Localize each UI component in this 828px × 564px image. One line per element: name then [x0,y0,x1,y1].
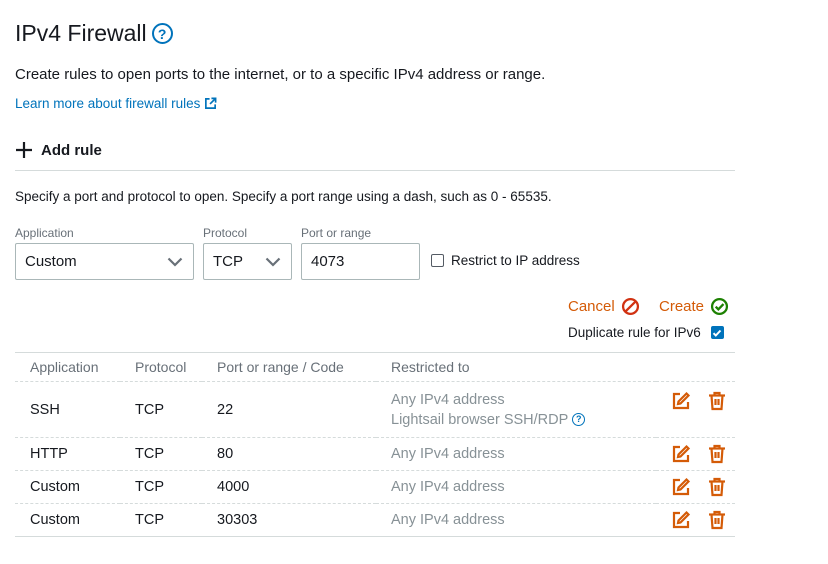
duplicate-ipv6-option[interactable]: Duplicate rule for IPv6 [568,325,724,340]
page-title: IPv4 Firewall ? [15,20,173,47]
page-title-text: IPv4 Firewall [15,20,147,46]
protocol-label: Protocol [203,226,248,240]
cell-application: Custom [15,503,120,537]
restricted-text: Any IPv4 address [391,391,505,408]
create-label: Create [659,298,705,315]
cell-protocol: TCP [120,437,202,471]
edit-icon[interactable] [671,391,691,411]
help-icon[interactable]: ? [151,23,173,44]
checkmark-icon [713,329,722,337]
cell-restricted: Any IPv4 address [376,503,656,537]
page-description: Create rules to open ports to the intern… [15,66,546,83]
section-divider [15,170,735,171]
add-rule-button[interactable]: Add rule [15,141,102,159]
plus-icon [16,142,32,158]
table-row: Custom TCP 4000 Any IPv4 address [15,470,735,504]
cell-port: 4000 [202,470,376,504]
cell-actions [656,381,735,438]
port-input[interactable] [301,243,420,280]
cell-protocol: TCP [120,381,202,438]
cell-actions [656,470,735,504]
application-select[interactable]: Custom [15,243,194,280]
table-row: HTTP TCP 80 Any IPv4 address [15,437,735,471]
table-row: Custom TCP 30303 Any IPv4 address [15,503,735,537]
column-header: Application [15,352,120,382]
restrict-ip-checkbox[interactable] [431,254,444,267]
cell-application: Custom [15,470,120,504]
edit-icon[interactable] [671,444,691,464]
cancel-icon [621,297,639,316]
ssh-rdp-note: Lightsail browser SSH/RDP ? [391,412,656,428]
duplicate-ipv6-label: Duplicate rule for IPv6 [568,325,701,340]
cell-port: 22 [202,381,376,438]
table-header-row: Application Protocol Port or range / Cod… [15,352,735,382]
protocol-select[interactable]: TCP [203,243,292,280]
cancel-label: Cancel [568,298,615,315]
delete-icon[interactable] [707,477,727,497]
table-row: SSH TCP 22 Any IPv4 address Lightsail br… [15,381,735,438]
column-header: Protocol [120,352,202,382]
chevron-down-icon [167,257,183,267]
cell-restricted: Any IPv4 address [376,470,656,504]
application-select-value: Custom [25,253,77,270]
cancel-button[interactable]: Cancel [568,297,640,316]
edit-icon[interactable] [671,477,691,497]
cell-actions [656,503,735,537]
cell-application: SSH [15,381,120,438]
help-icon[interactable]: ? [572,413,586,426]
cell-protocol: TCP [120,470,202,504]
protocol-select-value: TCP [213,253,243,270]
cell-port: 80 [202,437,376,471]
delete-icon[interactable] [707,391,727,411]
firewall-rules-table: Application Protocol Port or range / Cod… [15,352,735,537]
cell-port: 30303 [202,503,376,537]
cell-restricted: Any IPv4 address [376,437,656,471]
edit-icon[interactable] [671,510,691,530]
check-circle-icon [710,297,729,316]
chevron-down-icon [265,257,281,267]
column-header: Restricted to [376,352,656,382]
column-header: Port or range / Code [202,352,376,382]
cell-application: HTTP [15,437,120,471]
application-label: Application [15,226,74,240]
cell-protocol: TCP [120,503,202,537]
ssh-rdp-label: Lightsail browser SSH/RDP [391,411,569,428]
create-button[interactable]: Create [659,297,729,316]
restrict-ip-option[interactable]: Restrict to IP address [431,253,580,268]
cell-restricted: Any IPv4 address Lightsail browser SSH/R… [376,381,656,438]
column-header-actions [656,352,735,382]
add-rule-label: Add rule [41,141,102,159]
duplicate-ipv6-checkbox[interactable] [710,326,724,339]
form-instructions: Specify a port and protocol to open. Spe… [15,189,552,204]
learn-more-link[interactable]: Learn more about firewall rules [15,96,217,111]
learn-more-text: Learn more about firewall rules [15,96,201,111]
external-link-icon [205,97,217,109]
delete-icon[interactable] [707,444,727,464]
cell-actions [656,437,735,471]
delete-icon[interactable] [707,510,727,530]
restrict-ip-label: Restrict to IP address [451,253,580,268]
port-label: Port or range [301,226,372,240]
